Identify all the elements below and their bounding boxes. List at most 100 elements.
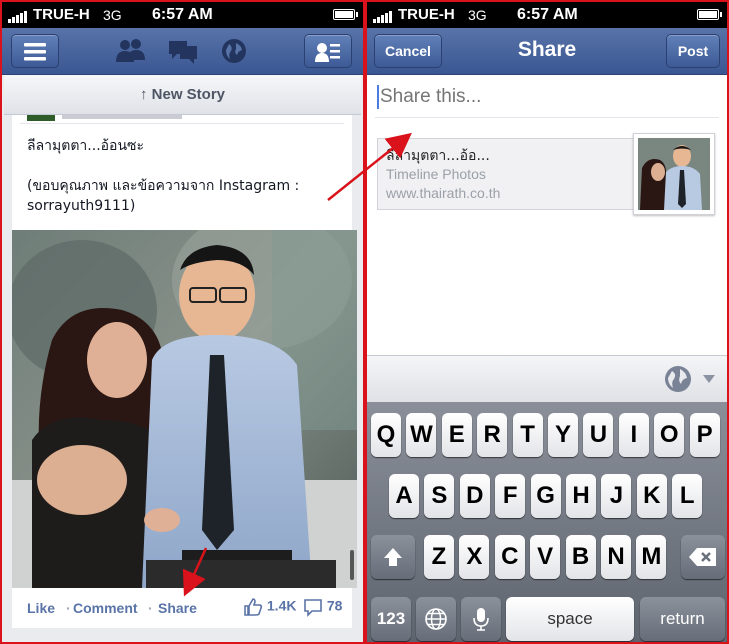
key-e[interactable]: E bbox=[441, 413, 472, 457]
arrow-up-icon: ↑ bbox=[139, 86, 148, 103]
post-button[interactable]: Post bbox=[666, 34, 720, 68]
post-photo[interactable] bbox=[12, 230, 357, 588]
key-z[interactable]: Z bbox=[424, 535, 454, 579]
contacts-icon bbox=[315, 43, 340, 62]
photo-image bbox=[12, 230, 357, 588]
likes-count: 1.4K bbox=[266, 597, 297, 614]
signal-strength-icon bbox=[8, 11, 30, 23]
key-q[interactable]: Q bbox=[371, 413, 401, 457]
link-preview: ลีลามุตตา...อ้อ... Timeline Photos www.t… bbox=[377, 138, 635, 210]
key-b[interactable]: B bbox=[565, 535, 596, 579]
friend-requests-icon bbox=[116, 39, 145, 62]
shift-key[interactable] bbox=[371, 535, 415, 579]
notifications-button[interactable] bbox=[221, 38, 247, 69]
post-text-line: sorrayuth9111) bbox=[27, 198, 136, 214]
news-feed-screen: TRUE-H 3G 6:57 AM ↑ New Story ลีลามุตตา.… bbox=[0, 0, 365, 644]
comment-link[interactable]: Comment bbox=[73, 600, 138, 616]
signal-strength-icon bbox=[373, 11, 395, 23]
battery-icon bbox=[697, 9, 722, 20]
top-navigation-bar bbox=[2, 28, 363, 75]
menu-icon bbox=[24, 43, 46, 61]
share-navigation-bar: Cancel Share Post bbox=[367, 28, 727, 75]
key-r[interactable]: R bbox=[477, 413, 508, 457]
post-actions-bar: Like · Comment · Share 1.4K 78 bbox=[12, 588, 352, 628]
clock: 6:57 AM bbox=[152, 6, 213, 23]
menu-button[interactable] bbox=[11, 34, 59, 68]
divider bbox=[20, 123, 344, 124]
network-type: 3G bbox=[103, 7, 122, 23]
key-x[interactable]: X bbox=[459, 535, 490, 579]
key-f[interactable]: F bbox=[495, 474, 526, 518]
microphone-icon bbox=[473, 608, 489, 631]
link-preview-thumbnail bbox=[633, 133, 715, 215]
key-i[interactable]: I bbox=[618, 413, 649, 457]
messages-icon bbox=[169, 41, 197, 64]
comments-count: 78 bbox=[326, 597, 343, 614]
return-key[interactable]: return bbox=[640, 597, 725, 641]
backspace-icon bbox=[689, 548, 716, 566]
carrier-name: TRUE-H bbox=[398, 6, 455, 23]
new-story-button[interactable]: ↑ New Story bbox=[4, 75, 361, 115]
likes-count-button[interactable]: 1.4K bbox=[243, 597, 296, 617]
key-a[interactable]: A bbox=[389, 474, 419, 518]
friend-requests-button[interactable] bbox=[115, 38, 147, 69]
key-u[interactable]: U bbox=[583, 413, 614, 457]
shift-arrow-icon bbox=[384, 548, 402, 566]
share-screen: TRUE-H 3G 6:57 AM Cancel Share Post ลีลา… bbox=[365, 0, 729, 644]
new-story-label: New Story bbox=[151, 86, 226, 103]
key-v[interactable]: V bbox=[530, 535, 561, 579]
key-h[interactable]: H bbox=[566, 474, 596, 518]
battery-icon bbox=[333, 9, 358, 20]
delete-key[interactable] bbox=[681, 535, 725, 579]
globe-icon bbox=[425, 608, 447, 630]
on-screen-keyboard: QWERTYUIOP ASDFGHJKL ZXCVBNM 123 space r… bbox=[367, 402, 727, 642]
language-key[interactable] bbox=[416, 597, 456, 641]
key-c[interactable]: C bbox=[494, 535, 525, 579]
globe-icon bbox=[222, 39, 246, 63]
like-link[interactable]: Like bbox=[27, 600, 55, 616]
thumbnail-image bbox=[638, 138, 710, 210]
comment-bubble-icon bbox=[304, 599, 322, 617]
key-l[interactable]: L bbox=[672, 474, 703, 518]
divider bbox=[375, 117, 719, 118]
post-text-line: ลีลามุตตา...อ้อนซะ bbox=[27, 138, 145, 154]
key-d[interactable]: D bbox=[459, 474, 490, 518]
separator: · bbox=[66, 600, 71, 616]
post-text-line: (ขอบคุณภาพ และข้อความจาก Instagram : bbox=[27, 178, 300, 194]
key-o[interactable]: O bbox=[654, 413, 685, 457]
key-k[interactable]: K bbox=[636, 474, 667, 518]
audience-bar bbox=[367, 355, 727, 402]
key-t[interactable]: T bbox=[512, 413, 543, 457]
link-preview-subtitle: Timeline Photos bbox=[386, 166, 486, 182]
space-key[interactable]: space bbox=[506, 597, 634, 641]
share-composer: ลีลามุตตา...อ้อ... Timeline Photos www.t… bbox=[367, 75, 727, 355]
share-text-input[interactable] bbox=[380, 83, 710, 111]
text-cursor bbox=[377, 85, 379, 109]
author-avatar bbox=[27, 115, 55, 121]
post-card: ลีลามุตตา...อ้อนซะ (ขอบคุณภาพ และข้อความ… bbox=[12, 115, 352, 230]
status-bar: TRUE-H 3G 6:57 AM bbox=[367, 2, 727, 28]
audience-selector[interactable] bbox=[663, 364, 715, 394]
link-preview-domain: www.thairath.co.th bbox=[386, 185, 501, 201]
numbers-key[interactable]: 123 bbox=[371, 597, 411, 641]
key-m[interactable]: M bbox=[636, 535, 667, 579]
key-s[interactable]: S bbox=[424, 474, 455, 518]
chevron-down-icon bbox=[703, 375, 715, 383]
messages-button[interactable] bbox=[167, 38, 199, 71]
share-link[interactable]: Share bbox=[158, 600, 197, 616]
link-preview-title: ลีลามุตตา...อ้อ... bbox=[386, 148, 490, 164]
separator: · bbox=[148, 600, 153, 616]
comments-count-button[interactable]: 78 bbox=[303, 597, 342, 617]
key-n[interactable]: N bbox=[601, 535, 631, 579]
contacts-button[interactable] bbox=[304, 34, 352, 68]
thumbs-up-icon bbox=[244, 598, 263, 616]
key-y[interactable]: Y bbox=[548, 413, 578, 457]
globe-icon bbox=[664, 366, 691, 392]
status-bar: TRUE-H 3G 6:57 AM bbox=[2, 2, 363, 28]
post-timestamp bbox=[62, 115, 182, 119]
dictation-key[interactable] bbox=[461, 597, 501, 641]
key-p[interactable]: P bbox=[689, 413, 720, 457]
key-w[interactable]: W bbox=[406, 413, 437, 457]
key-g[interactable]: G bbox=[530, 474, 561, 518]
key-j[interactable]: J bbox=[601, 474, 632, 518]
